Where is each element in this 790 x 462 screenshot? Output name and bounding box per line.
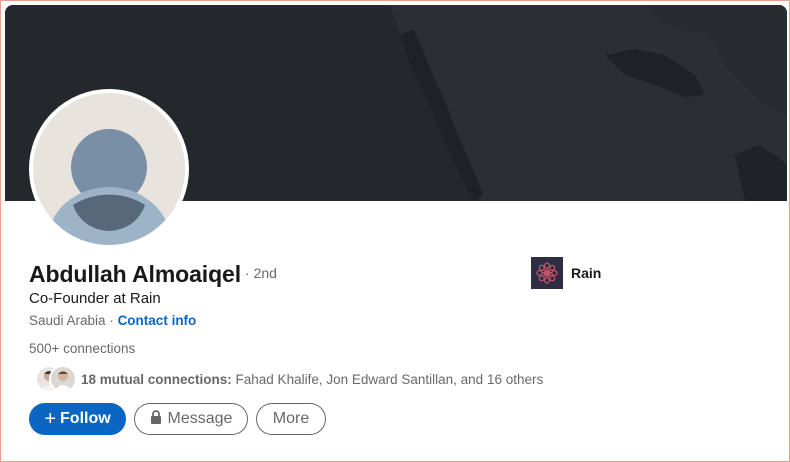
plus-icon: +: [44, 408, 57, 430]
more-label: More: [272, 410, 310, 427]
mutual-avatar: [49, 365, 77, 393]
mutual-names: Fahad Khalife, Jon Edward Santillan, and…: [231, 371, 544, 387]
location-row: Saudi Arabia · Contact info: [29, 313, 196, 328]
window-frame: Abdullah Almoaiqel · 2nd Co-Founder at R…: [0, 0, 790, 462]
name-row: Abdullah Almoaiqel · 2nd: [29, 261, 277, 288]
location-separator: ·: [105, 313, 118, 328]
follow-label: Follow: [60, 410, 111, 427]
more-button[interactable]: More: [256, 403, 326, 435]
mutual-avatars: [35, 365, 77, 393]
current-company[interactable]: Rain: [531, 257, 601, 289]
mutual-connections[interactable]: 18 mutual connections: Fahad Khalife, Jo…: [35, 365, 543, 393]
message-button[interactable]: Message: [134, 403, 248, 435]
lock-icon: [150, 409, 162, 429]
contact-info-link[interactable]: Contact info: [118, 313, 197, 328]
profile-location: Saudi Arabia: [29, 313, 106, 328]
mutual-count: 18 mutual connections:: [81, 371, 232, 387]
connections-count: 500+ connections: [29, 341, 136, 356]
profile-name: Abdullah Almoaiqel: [29, 261, 242, 287]
profile-card: Abdullah Almoaiqel · 2nd Co-Founder at R…: [5, 5, 787, 459]
rain-flower-logo-icon: [531, 257, 563, 289]
mutual-connections-text: 18 mutual connections: Fahad Khalife, Jo…: [81, 372, 543, 387]
default-person-icon: [33, 93, 185, 245]
follow-button[interactable]: + Follow: [29, 403, 126, 435]
profile-actions: + Follow Message More: [29, 403, 326, 435]
profile-avatar[interactable]: [29, 89, 189, 249]
company-name: Rain: [571, 265, 602, 281]
profile-headline: Co-Founder at Rain: [29, 290, 161, 307]
connection-degree: · 2nd: [245, 265, 277, 281]
message-label: Message: [167, 410, 233, 427]
